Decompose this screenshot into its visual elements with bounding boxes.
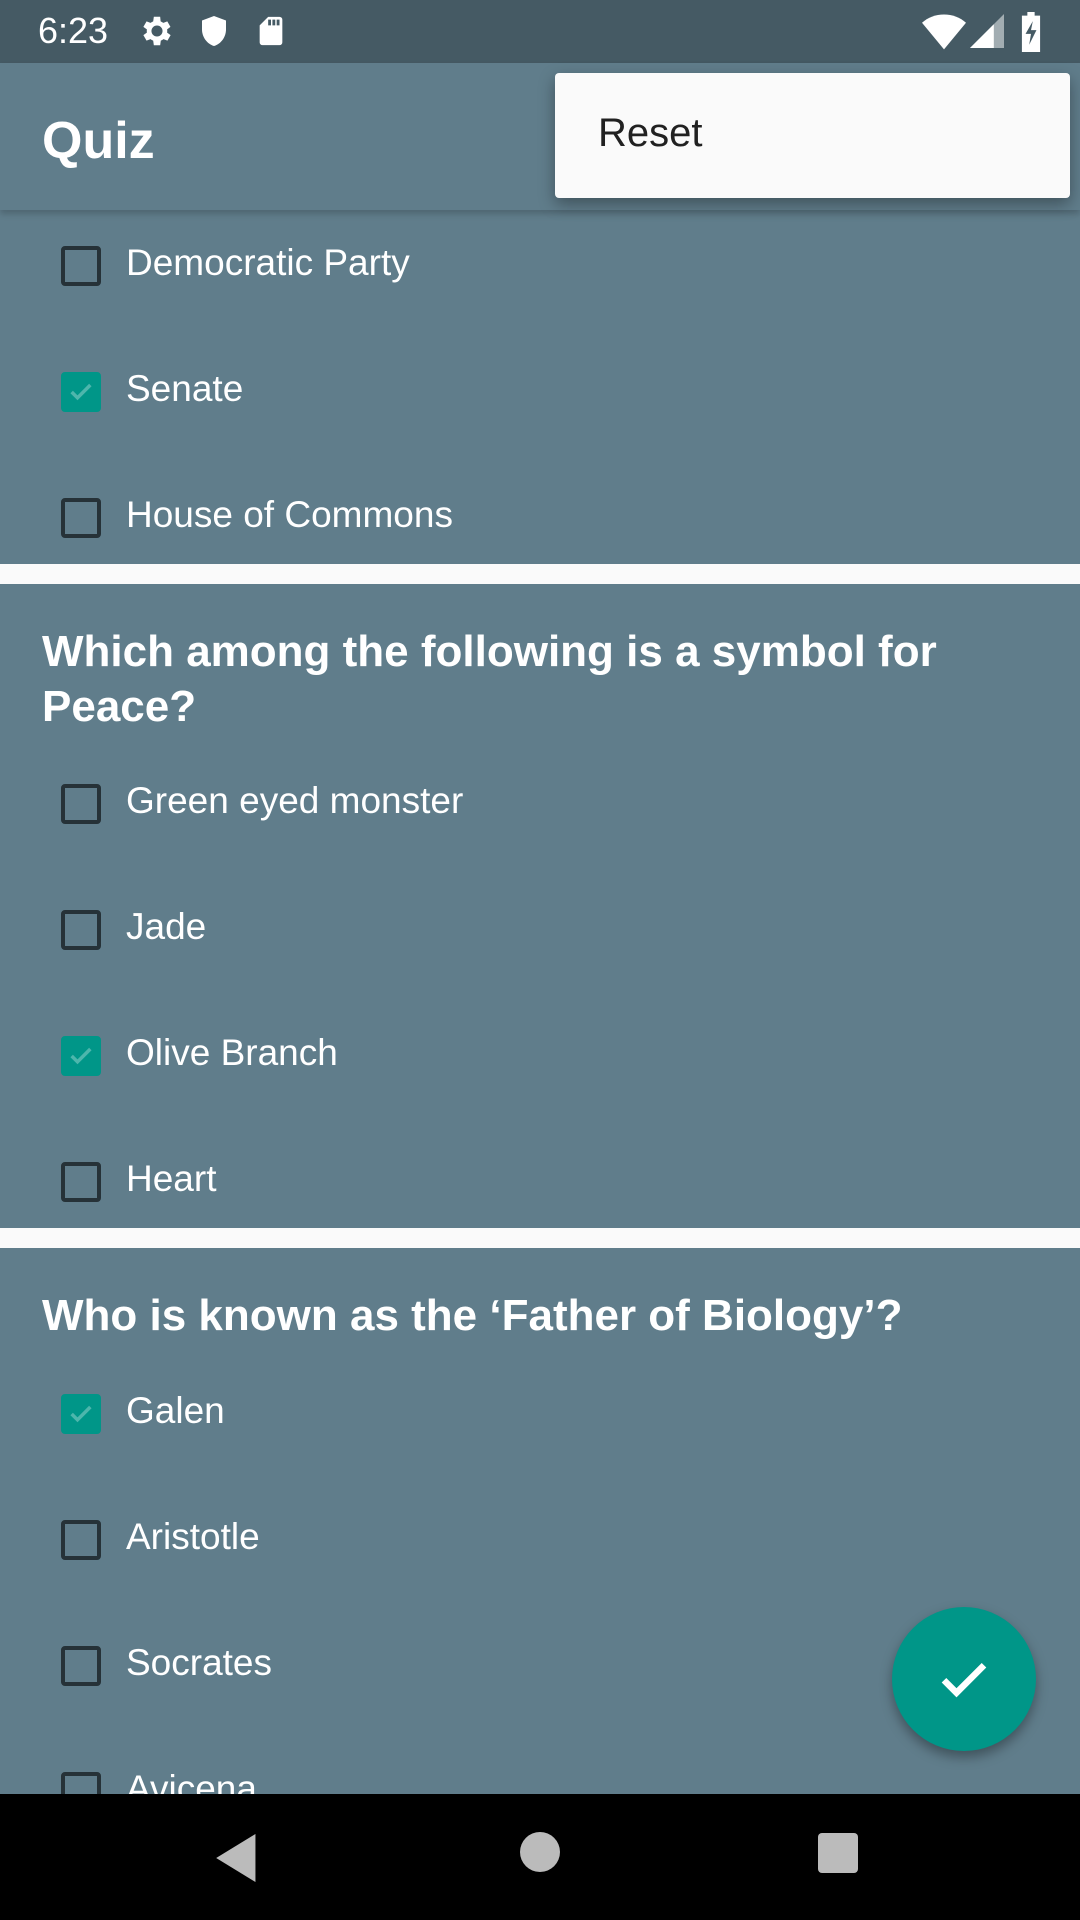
check-icon (70, 383, 92, 401)
option-row[interactable]: Olive Branch (0, 1032, 1080, 1136)
check-icon (70, 1047, 92, 1065)
recents-icon[interactable] (818, 1833, 858, 1878)
home-icon[interactable] (520, 1832, 560, 1877)
page-title: Quiz (42, 112, 155, 170)
status-time: 6:23 (38, 10, 109, 51)
menu-item-reset[interactable]: Reset (598, 111, 703, 156)
option-row[interactable]: Green eyed monster (0, 780, 1080, 884)
card-divider (0, 1228, 1080, 1248)
option-label: Heart (126, 1158, 217, 1199)
option-label: Senate (126, 368, 244, 409)
option-row[interactable]: Democratic Party (0, 242, 1080, 346)
checkbox[interactable] (61, 1772, 101, 1794)
sd-card-icon (254, 12, 288, 55)
option-label: Democratic Party (126, 242, 410, 283)
checkbox-checked[interactable] (61, 1036, 101, 1076)
option-label: Galen (126, 1390, 225, 1431)
checkbox[interactable] (61, 784, 101, 824)
option-label: Avicena (126, 1768, 257, 1794)
overflow-menu: Reset (555, 73, 1070, 198)
option-row[interactable]: Aristotle (0, 1516, 1080, 1620)
checkbox[interactable] (61, 1162, 101, 1202)
checkbox-checked[interactable] (61, 372, 101, 412)
option-label: Socrates (126, 1642, 273, 1683)
checkbox[interactable] (61, 910, 101, 950)
back-icon[interactable] (216, 1834, 260, 1887)
question-text: Which among the following is a symbol fo… (42, 627, 937, 731)
option-row[interactable]: Galen (0, 1390, 1080, 1494)
option-label: House of Commons (126, 494, 453, 535)
battery-charging-icon (1020, 12, 1042, 57)
question-text: Who is known as the ‘Father of Biology’? (42, 1291, 903, 1340)
card-divider (0, 564, 1080, 584)
option-label: Jade (126, 906, 207, 947)
status-bar: 6:23 (0, 0, 1080, 63)
checkbox[interactable] (61, 1646, 101, 1686)
option-row[interactable]: Jade (0, 906, 1080, 1010)
system-nav-bar (0, 1794, 1080, 1920)
checkbox[interactable] (61, 1520, 101, 1560)
option-label: Aristotle (126, 1516, 260, 1557)
signal-icon (970, 12, 1004, 55)
question-card-1: Democratic Party Senate House of Commons (0, 210, 1080, 564)
option-row[interactable]: Senate (0, 368, 1080, 472)
quiz-scroll-area[interactable]: Democratic Party Senate House of Commons… (0, 210, 1080, 1794)
gear-icon (138, 12, 176, 55)
option-label: Olive Branch (126, 1032, 338, 1073)
checkbox[interactable] (61, 498, 101, 538)
option-row[interactable]: Avicena (0, 1768, 1080, 1794)
check-icon (941, 1662, 987, 1698)
checkbox[interactable] (61, 246, 101, 286)
question-card-2: Which among the following is a symbol fo… (0, 584, 1080, 1228)
option-label: Green eyed monster (126, 780, 464, 821)
shield-icon (196, 12, 232, 55)
check-icon (70, 1405, 92, 1423)
checkbox-checked[interactable] (61, 1394, 101, 1434)
submit-fab-button[interactable] (892, 1607, 1036, 1751)
wifi-icon (922, 12, 966, 55)
